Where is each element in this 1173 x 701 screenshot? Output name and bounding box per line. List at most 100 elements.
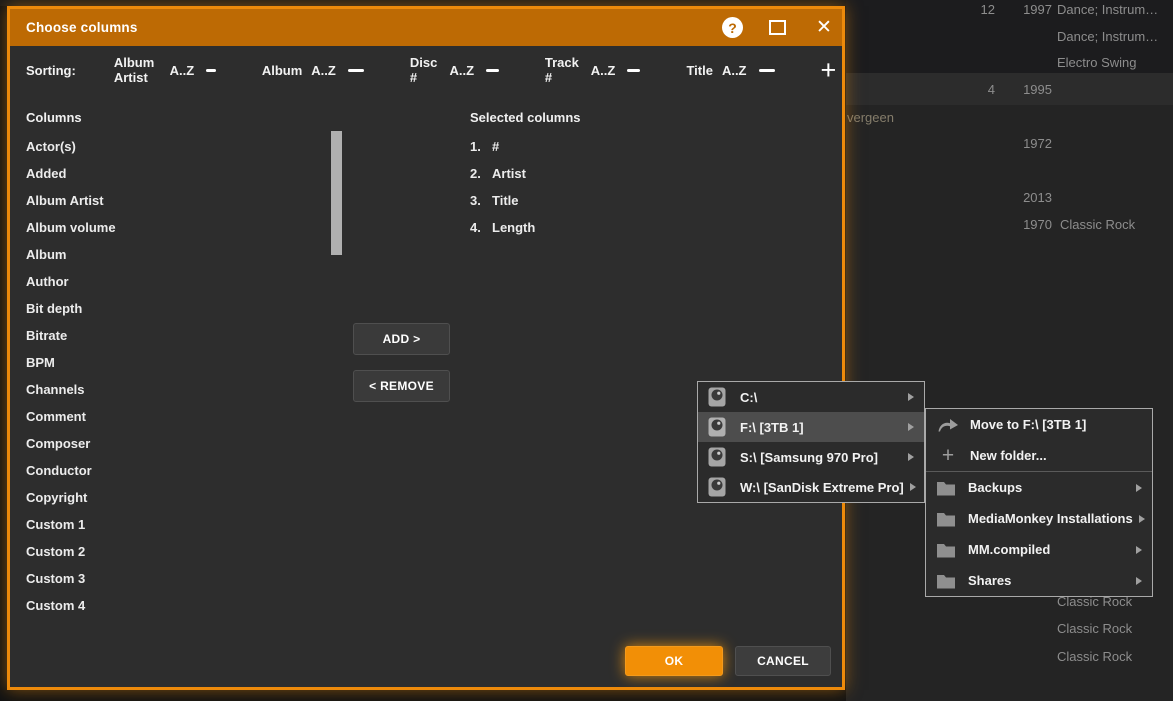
item-label: Length xyxy=(492,214,535,241)
list-item[interactable]: Bitrate xyxy=(26,322,316,349)
menu-item-drive-c[interactable]: C:\ xyxy=(698,382,924,412)
dialog-title: Choose columns xyxy=(10,20,138,35)
menu-item-folder-backups[interactable]: Backups xyxy=(926,472,1152,503)
sort-field: Album Artist xyxy=(114,55,161,85)
bg-genre: Classic Rock xyxy=(1057,621,1132,637)
list-item[interactable]: Custom 4 xyxy=(26,592,316,619)
list-item[interactable]: Album Artist xyxy=(26,187,316,214)
bg-track-count: 12 xyxy=(955,2,995,18)
dialog-titlebar[interactable]: Choose columns ? ✕ xyxy=(10,9,842,46)
item-label: # xyxy=(492,133,499,160)
folder-submenu: Move to F:\ [3TB 1] + New folder... Back… xyxy=(925,408,1153,597)
sort-order: A..Z xyxy=(591,63,616,78)
folder-icon xyxy=(936,573,956,589)
remove-sort-icon[interactable] xyxy=(486,69,499,72)
sort-chip-album-artist[interactable]: Album Artist A..Z xyxy=(114,55,216,85)
menu-item-new-folder[interactable]: + New folder... xyxy=(926,440,1152,471)
list-item[interactable]: Album xyxy=(26,241,316,268)
columns-header: Columns xyxy=(26,110,82,125)
menu-item-drive-w[interactable]: W:\ [SanDisk Extreme Pro] xyxy=(698,472,924,502)
remove-sort-icon[interactable] xyxy=(348,69,364,72)
bg-genre: Electro Swing xyxy=(1057,55,1136,71)
list-item[interactable]: Comment xyxy=(26,403,316,430)
menu-item-drive-f[interactable]: F:\ [3TB 1] xyxy=(698,412,924,442)
submenu-arrow-icon xyxy=(908,453,914,461)
list-item[interactable]: Conductor xyxy=(26,457,316,484)
sorting-bar: Sorting: Album Artist A..Z Album A..Z Di… xyxy=(10,46,842,94)
item-number: 4. xyxy=(470,214,492,241)
list-item[interactable]: Custom 3 xyxy=(26,565,316,592)
bg-year: 1970 xyxy=(1012,217,1052,233)
list-item[interactable]: Custom 2 xyxy=(26,538,316,565)
close-icon[interactable]: ✕ xyxy=(812,15,836,39)
library-selected-row-band xyxy=(846,73,1173,105)
list-item[interactable]: Composer xyxy=(26,430,316,457)
menu-item-label: C:\ xyxy=(740,390,757,405)
submenu-arrow-icon xyxy=(908,423,914,431)
folder-icon xyxy=(936,511,956,527)
sort-chip-album[interactable]: Album A..Z xyxy=(262,63,364,78)
menu-item-move-to[interactable]: Move to F:\ [3TB 1] xyxy=(926,409,1152,440)
submenu-arrow-icon xyxy=(1139,515,1145,523)
list-item[interactable]: 4. Length xyxy=(470,214,760,241)
cancel-button[interactable]: CANCEL xyxy=(735,646,831,676)
selected-columns-list: 1. # 2. Artist 3. Title 4. Length xyxy=(470,133,760,241)
bg-year: 1972 xyxy=(1012,136,1052,152)
menu-item-label: F:\ [3TB 1] xyxy=(740,420,804,435)
sort-chip-track[interactable]: Track # A..Z xyxy=(545,55,641,85)
sort-field: Album xyxy=(262,63,302,78)
help-icon[interactable]: ? xyxy=(722,17,743,38)
list-item[interactable]: Author xyxy=(26,268,316,295)
folder-icon xyxy=(936,480,956,496)
columns-list-scrollbar[interactable] xyxy=(331,131,342,255)
menu-item-label: New folder... xyxy=(970,448,1047,463)
ok-button[interactable]: OK xyxy=(625,646,723,676)
sort-chip-title[interactable]: Title A..Z xyxy=(686,63,774,78)
bg-genre: Classic Rock xyxy=(1060,217,1135,233)
sort-chip-disc[interactable]: Disc # A..Z xyxy=(410,55,499,85)
list-item[interactable]: Actor(s) xyxy=(26,133,316,160)
list-item[interactable]: BPM xyxy=(26,349,316,376)
add-button[interactable]: ADD > xyxy=(353,323,450,355)
drive-context-menu: C:\ F:\ [3TB 1] S:\ [Samsung 970 Pro] W:… xyxy=(697,381,925,503)
sort-field: Track # xyxy=(545,55,582,85)
sort-field: Disc # xyxy=(410,55,441,85)
folder-icon xyxy=(936,542,956,558)
maximize-icon[interactable] xyxy=(769,20,786,35)
move-arrow-icon xyxy=(936,417,960,433)
list-item[interactable]: Copyright xyxy=(26,484,316,511)
list-item[interactable]: 3. Title xyxy=(470,187,760,214)
available-columns-list: Actor(s) Added Album Artist Album volume… xyxy=(26,133,316,619)
item-number: 3. xyxy=(470,187,492,214)
remove-sort-icon[interactable] xyxy=(759,69,775,72)
list-item[interactable]: Custom 1 xyxy=(26,511,316,538)
sort-order: A..Z xyxy=(311,63,336,78)
list-item[interactable]: Album volume xyxy=(26,214,316,241)
menu-item-folder-mm-compiled[interactable]: MM.compiled xyxy=(926,534,1152,565)
menu-item-folder-shares[interactable]: Shares xyxy=(926,565,1152,596)
list-item[interactable]: 2. Artist xyxy=(470,160,760,187)
hard-drive-icon xyxy=(708,447,726,467)
remove-sort-icon[interactable] xyxy=(206,69,216,72)
remove-sort-icon[interactable] xyxy=(627,69,640,72)
list-item[interactable]: Channels xyxy=(26,376,316,403)
submenu-arrow-icon xyxy=(1136,577,1142,585)
menu-item-label: Move to F:\ [3TB 1] xyxy=(970,417,1086,432)
bg-year: 1997 xyxy=(1012,2,1052,18)
sort-field: Title xyxy=(686,63,713,78)
menu-item-label: MediaMonkey Installations xyxy=(968,511,1133,526)
menu-item-label: S:\ [Samsung 970 Pro] xyxy=(740,450,878,465)
add-sort-icon[interactable]: + xyxy=(821,60,837,80)
bg-genre: Dance; Instrum… xyxy=(1057,29,1158,45)
remove-button[interactable]: < REMOVE xyxy=(353,370,450,402)
list-item[interactable]: Bit depth xyxy=(26,295,316,322)
menu-item-label: Shares xyxy=(968,573,1011,588)
list-item[interactable]: Added xyxy=(26,160,316,187)
menu-item-drive-s[interactable]: S:\ [Samsung 970 Pro] xyxy=(698,442,924,472)
bg-album-partial: vergeen xyxy=(847,110,894,126)
choose-columns-dialog: Choose columns ? ✕ Sorting: Album Artist… xyxy=(7,6,845,690)
bg-year: 2013 xyxy=(1012,190,1052,206)
menu-item-folder-mediamonkey-installations[interactable]: MediaMonkey Installations xyxy=(926,503,1152,534)
item-label: Title xyxy=(492,187,519,214)
list-item[interactable]: 1. # xyxy=(470,133,760,160)
